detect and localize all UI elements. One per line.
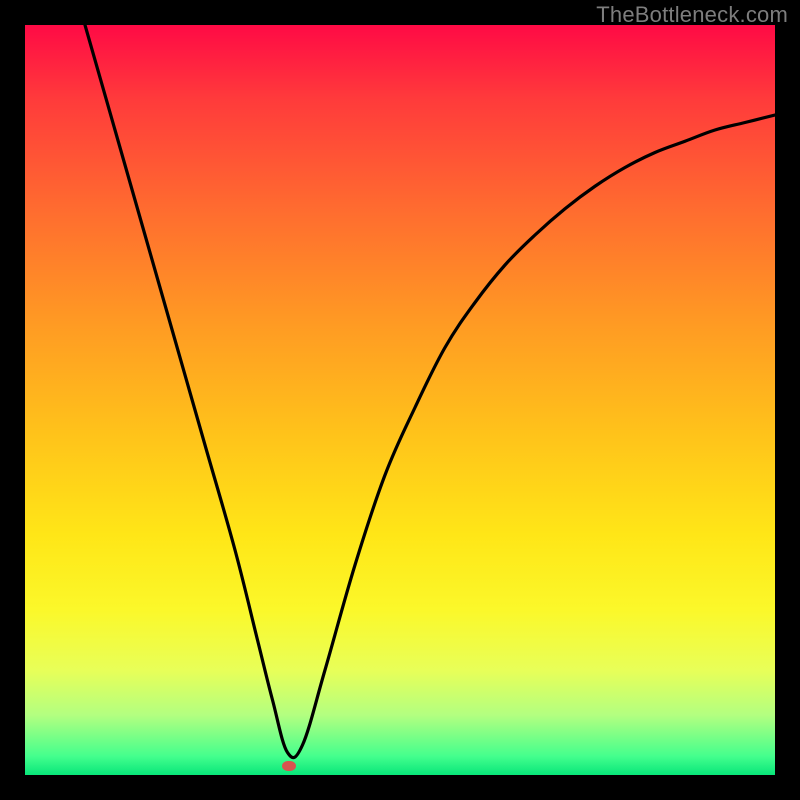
plot-area	[25, 25, 775, 775]
watermark-text: TheBottleneck.com	[596, 2, 788, 28]
minimum-marker	[282, 761, 296, 771]
bottleneck-curve	[25, 25, 775, 775]
chart-frame: TheBottleneck.com	[0, 0, 800, 800]
